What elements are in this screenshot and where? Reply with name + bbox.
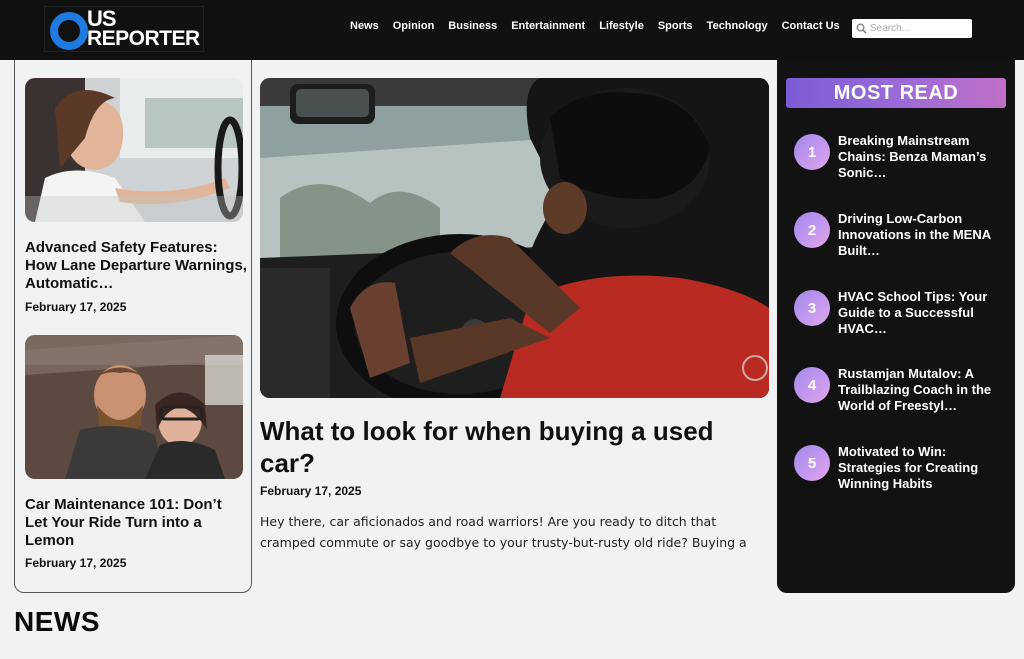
most-read-title[interactable]: Driving Low-Carbon Innovations in the ME… xyxy=(838,211,1006,259)
nav-lifestyle[interactable]: Lifestyle xyxy=(599,20,644,32)
nav-sports[interactable]: Sports xyxy=(658,20,693,32)
logo-line2: REPORTER xyxy=(87,27,200,50)
most-read-heading: MOST READ xyxy=(786,78,1006,108)
most-read-panel: MOST READ 1 Breaking Mainstream Chains: … xyxy=(777,60,1015,593)
rank-badge: 5 xyxy=(794,445,830,481)
nav-contact-us[interactable]: Contact Us xyxy=(782,20,840,32)
most-read-item-5[interactable]: 5 Motivated to Win: Strategies for Creat… xyxy=(794,444,1012,504)
article-thumbnail-lane-departure[interactable] xyxy=(25,78,243,222)
article-thumbnail-car-maintenance[interactable] xyxy=(25,335,243,479)
featured-article-date: February 17, 2025 xyxy=(260,484,362,498)
news-section-heading: NEWS xyxy=(14,606,100,637)
most-read-item-3[interactable]: 3 HVAC School Tips: Your Guide to a Succ… xyxy=(794,289,1012,349)
site-header: US REPORTER News Opinion Business Entert… xyxy=(0,0,1024,60)
rank-badge: 3 xyxy=(794,290,830,326)
most-read-title[interactable]: HVAC School Tips: Your Guide to a Succes… xyxy=(838,289,1006,337)
search-icon[interactable] xyxy=(852,19,870,38)
article-date-lane-departure: February 17, 2025 xyxy=(25,300,127,314)
featured-article-image[interactable] xyxy=(260,78,769,398)
rank-badge: 4 xyxy=(794,367,830,403)
nav-opinion[interactable]: Opinion xyxy=(393,20,435,32)
search-box xyxy=(852,19,972,38)
search-input[interactable] xyxy=(870,20,966,37)
article-title-car-maintenance[interactable]: Car Maintenance 101: Don’t Let Your Ride… xyxy=(25,496,247,550)
most-read-item-2[interactable]: 2 Driving Low-Carbon Innovations in the … xyxy=(794,211,1012,271)
left-article-column: Advanced Safety Features: How Lane Depar… xyxy=(14,60,252,593)
logo-line1: US xyxy=(87,6,117,31)
nav-news[interactable]: News xyxy=(350,20,379,32)
site-logo[interactable]: US REPORTER xyxy=(44,6,204,52)
most-read-title[interactable]: Breaking Mainstream Chains: Benza Maman’… xyxy=(838,133,1006,181)
nav-technology[interactable]: Technology xyxy=(707,20,768,32)
article-title-lane-departure[interactable]: Advanced Safety Features: How Lane Depar… xyxy=(25,239,247,293)
featured-article-title[interactable]: What to look for when buying a used car? xyxy=(260,415,770,479)
nav-business[interactable]: Business xyxy=(448,20,497,32)
nav-entertainment[interactable]: Entertainment xyxy=(511,20,585,32)
logo-wordmark: US REPORTER xyxy=(87,6,200,50)
most-read-title[interactable]: Motivated to Win: Strategies for Creatin… xyxy=(838,444,1006,492)
rank-badge: 2 xyxy=(794,212,830,248)
featured-article-excerpt: Hey there, car aficionados and road warr… xyxy=(260,514,747,550)
most-read-item-4[interactable]: 4 Rustamjan Mutalov: A Trailblazing Coac… xyxy=(794,366,1012,426)
main-nav: News Opinion Business Entertainment Life… xyxy=(350,20,854,32)
most-read-item-1[interactable]: 1 Breaking Mainstream Chains: Benza Mama… xyxy=(794,133,1012,193)
most-read-title[interactable]: Rustamjan Mutalov: A Trailblazing Coach … xyxy=(838,366,1006,414)
rank-badge: 1 xyxy=(794,134,830,170)
article-date-car-maintenance: February 17, 2025 xyxy=(25,556,127,570)
logo-ring-icon xyxy=(50,12,88,50)
